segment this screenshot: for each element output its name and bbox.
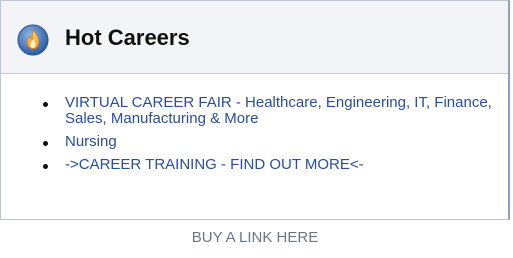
widget-title: Hot Careers [65,25,190,50]
career-link-training[interactable]: ->CAREER TRAINING - FIND OUT MORE<- [65,156,364,173]
list-item: Nursing [43,134,503,150]
list-item: VIRTUAL CAREER FAIR - Healthcare, Engine… [43,95,503,127]
hot-careers-widget: Hot Careers VIRTUAL CAREER FAIR - Health… [0,0,510,220]
widget-header: Hot Careers [1,1,508,74]
list-item: ->CAREER TRAINING - FIND OUT MORE<- [43,157,503,173]
buy-link[interactable]: BUY A LINK HERE [0,229,510,246]
fire-icon [17,24,49,56]
career-links-list: VIRTUAL CAREER FAIR - Healthcare, Engine… [43,95,503,180]
career-link-virtual-fair[interactable]: VIRTUAL CAREER FAIR - Healthcare, Engine… [65,94,492,127]
career-link-nursing[interactable]: Nursing [65,133,117,150]
